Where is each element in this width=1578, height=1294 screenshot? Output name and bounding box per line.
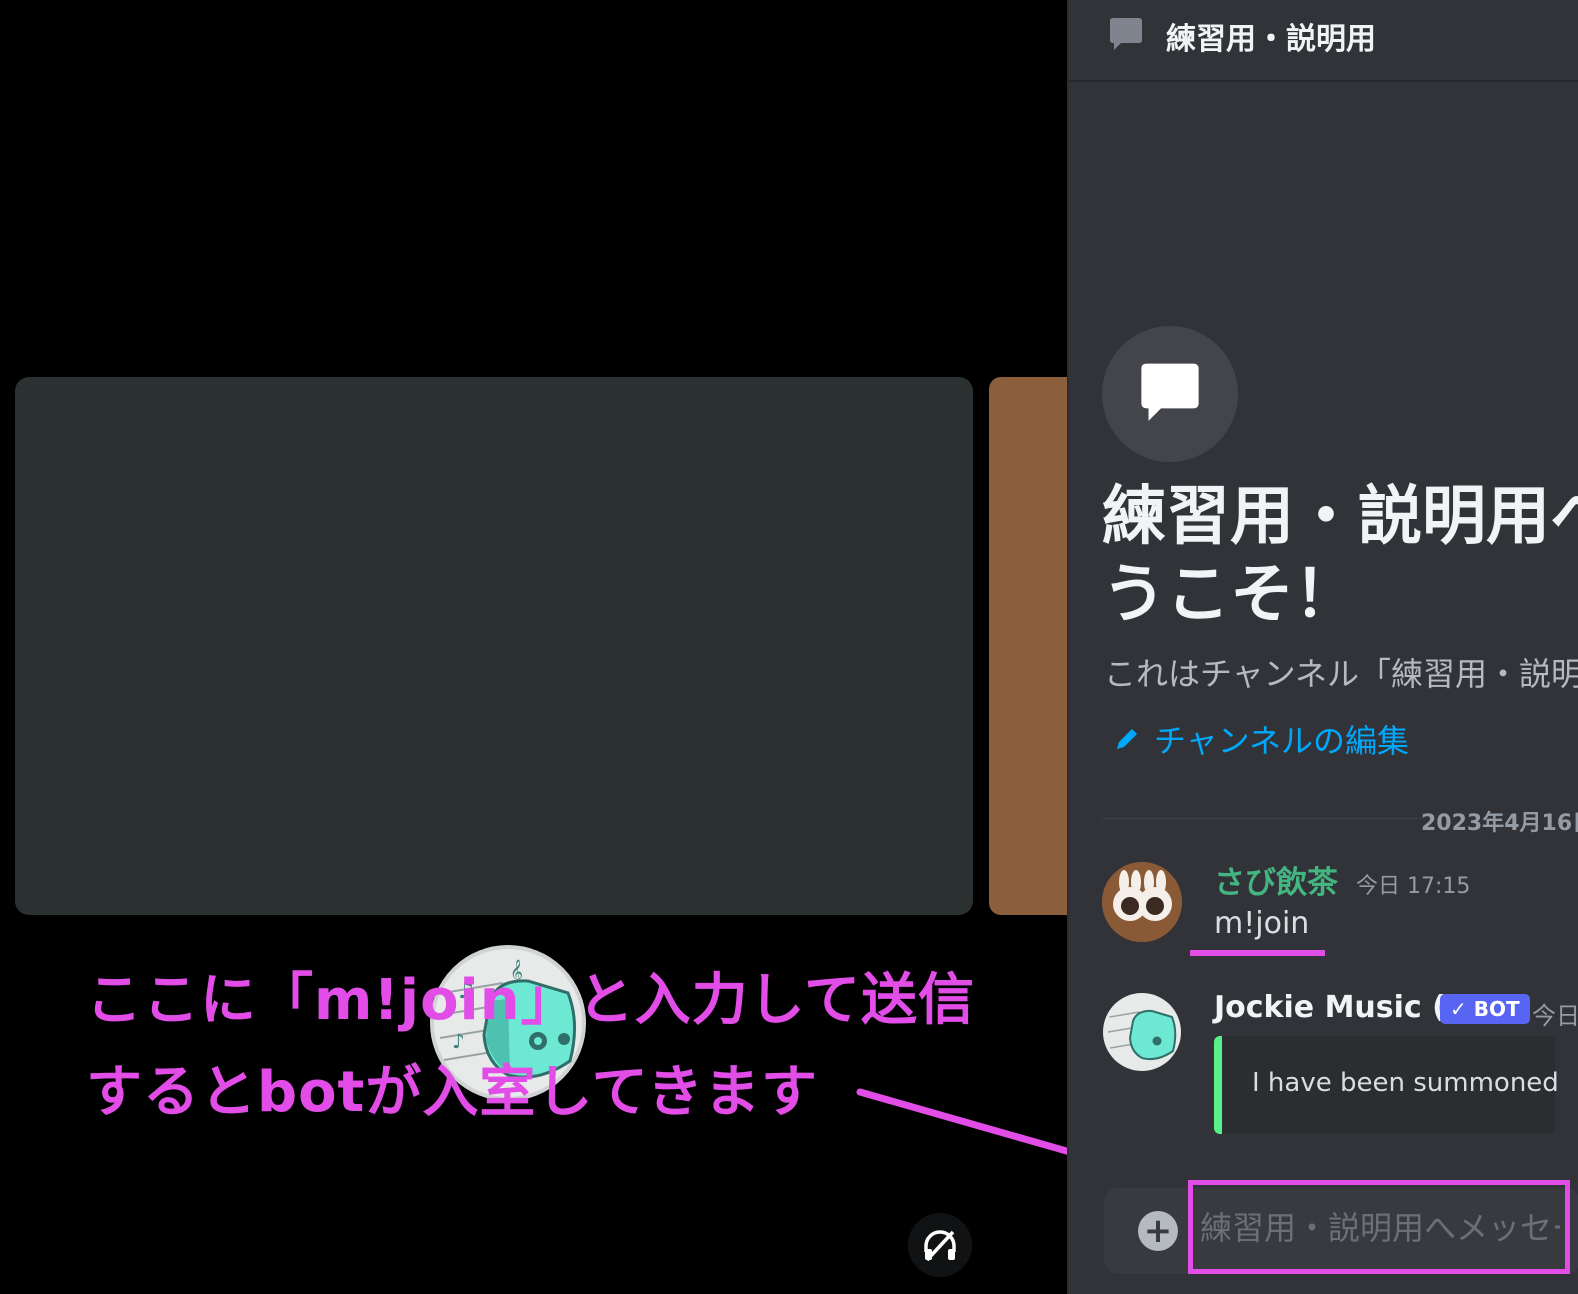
user-avatar[interactable]: [1102, 862, 1182, 942]
avatar-image: [1103, 993, 1181, 1071]
voice-stage: ♫ ♪ 𝄞 ここに「m!join」と入力して送信 するとbotが入室してきます: [0, 0, 1067, 1294]
message-timestamp: 今日 17:15: [1356, 874, 1471, 899]
message-text: m!join: [1214, 906, 1310, 941]
welcome-title: 練習用・説明用へようこそ！: [1102, 480, 1578, 632]
message-timestamp: 今日: [1532, 1002, 1578, 1030]
voice-participant-tile-2[interactable]: [989, 377, 1067, 915]
welcome-description: これはチャンネル「練習用・説明: [1104, 655, 1578, 693]
message-author[interactable]: さび飲茶: [1214, 857, 1338, 902]
channel-title: 練習用・説明用: [1166, 22, 1376, 57]
annotation-arrow: [856, 1088, 1067, 1155]
deafened-headphones-icon: [908, 1213, 972, 1277]
message-embed: I have been summoned: [1214, 1036, 1559, 1134]
annotation-underline: [1190, 950, 1325, 956]
date-divider-line: [1102, 818, 1422, 819]
welcome-chat-icon: [1102, 326, 1238, 462]
pencil-icon: [1117, 729, 1137, 749]
annotation-line-1: ここに「m!join」と入力して送信: [86, 968, 975, 1033]
bot-badge: ✓ BOT: [1440, 994, 1530, 1024]
voice-participant-tile[interactable]: ♫ ♪ 𝄞: [15, 377, 973, 1277]
avatar-image: [1102, 862, 1182, 942]
bot-avatar[interactable]: [1102, 992, 1182, 1072]
chat-header: 練習用・説明用: [1069, 0, 1578, 82]
chat-bubble-icon: [1141, 363, 1199, 421]
chat-bubble-icon: [1110, 18, 1142, 50]
embed-text: I have been summoned: [1252, 1068, 1559, 1098]
edit-channel-label: チャンネルの編集: [1154, 722, 1410, 760]
plus-icon[interactable]: +: [1138, 1211, 1178, 1251]
annotation-highlight-box: [1188, 1180, 1570, 1274]
bot-badge-label: BOT: [1473, 997, 1520, 1021]
date-divider: 2023年4月16日: [1421, 811, 1578, 836]
text-chat-panel: 練習用・説明用 練習用・説明用へようこそ！ これはチャンネル「練習用・説明 チャ…: [1067, 0, 1578, 1294]
edit-channel-link[interactable]: チャンネルの編集: [1114, 716, 1409, 762]
check-icon: ✓: [1450, 997, 1474, 1021]
